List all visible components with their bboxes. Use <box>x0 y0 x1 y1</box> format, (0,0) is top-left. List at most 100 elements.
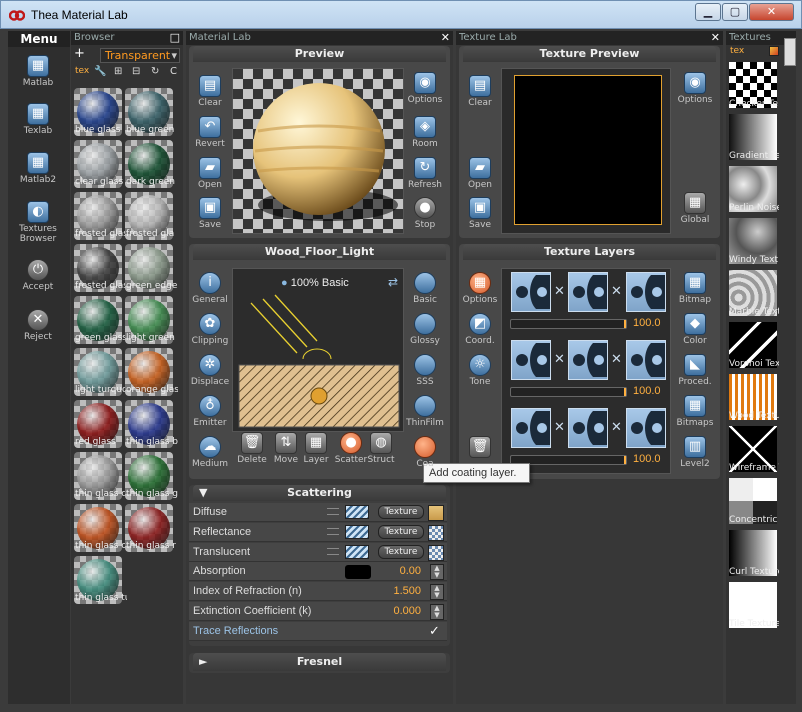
scattering-heading[interactable]: ▼ Scattering <box>193 485 446 501</box>
clear-button[interactable]: ▤ Clear <box>456 75 504 108</box>
texture-button[interactable]: Texture <box>378 505 424 519</box>
coord-button[interactable]: ◩ Coord. <box>456 313 504 346</box>
options-button[interactable]: ▦ Options <box>456 272 504 305</box>
close-button[interactable]: ✕ <box>749 3 794 21</box>
medium-button[interactable]: ☁ Medium <box>186 436 234 469</box>
color-swatch[interactable] <box>345 545 369 559</box>
texture-layer-slot[interactable] <box>626 408 666 448</box>
proced-button[interactable]: ◣ Proced. <box>671 354 719 387</box>
menu-textures-browser[interactable]: ◐ Textures Browser <box>14 201 62 244</box>
browser-refresh-label[interactable]: C <box>170 66 177 77</box>
texture-layer-slot[interactable] <box>568 408 608 448</box>
open-button[interactable]: ▰ Open <box>456 157 504 190</box>
color-button[interactable]: ◆ Color <box>671 313 719 346</box>
spinner-control[interactable]: ▲ ▼ <box>430 604 444 620</box>
spinner-control[interactable]: ▲ ▼ <box>430 564 444 580</box>
menu-reject[interactable]: ✕ Reject <box>14 309 62 342</box>
coa-button[interactable]: Coa <box>401 436 449 469</box>
drag-handle-icon[interactable] <box>327 528 339 535</box>
spinner-control[interactable]: ▲ ▼ <box>430 584 444 600</box>
layer-weight-slider[interactable] <box>510 387 627 397</box>
stop-button[interactable]: ● Stop <box>401 197 449 230</box>
struct-button[interactable]: ◍ Struct <box>357 432 405 465</box>
wrench-icon[interactable]: 🔧 <box>94 66 106 77</box>
color-swatch[interactable] <box>345 525 369 539</box>
refresh-button[interactable]: ↻ Refresh <box>401 157 449 190</box>
clear-button[interactable]: ▤ Clear <box>186 75 234 108</box>
texture-layer-slot[interactable] <box>511 340 551 380</box>
save-button[interactable]: ▣ Save <box>456 197 504 230</box>
fresnel-heading[interactable]: ► Fresnel <box>193 653 446 671</box>
layer-weight-value[interactable]: 100.0 <box>633 317 661 329</box>
sss-button[interactable]: SSS <box>401 354 449 387</box>
trace-reflections-checkbox[interactable]: ✓ <box>429 625 445 639</box>
minimize-button[interactable]: ▁ <box>695 3 721 21</box>
options-button[interactable]: ◉ Options <box>401 72 449 105</box>
textures-scrollbar[interactable] <box>784 38 796 66</box>
layer-weight-value[interactable]: 100.0 <box>633 453 661 465</box>
texture-lab-close-icon[interactable]: ✕ <box>711 31 720 45</box>
open-button[interactable]: ▰ Open <box>186 157 234 190</box>
displace-button[interactable]: ✲ Displace <box>186 354 234 387</box>
texture-thumbnail[interactable] <box>428 525 444 541</box>
menu-matlab[interactable]: ▦ Matlab <box>14 55 62 88</box>
layer-weight-slider[interactable] <box>510 319 627 329</box>
texture-layer-slot[interactable] <box>626 340 666 380</box>
slider-handle[interactable] <box>624 320 626 328</box>
multiply-operator-icon[interactable]: ✕ <box>611 420 622 435</box>
color-swatch[interactable] <box>345 505 369 519</box>
general-button[interactable]: i General <box>186 272 234 305</box>
browser-category-select[interactable]: Transparent ▾ <box>100 48 180 63</box>
save-button[interactable]: ▣ Save <box>186 197 234 230</box>
bitmaps-button[interactable]: ▦ Bitmaps <box>671 395 719 428</box>
tone-button[interactable]: ☼ Tone <box>456 354 504 387</box>
options-button[interactable]: ◉ Options <box>671 72 719 105</box>
drag-handle-icon[interactable] <box>327 548 339 555</box>
texture-thumbnail[interactable] <box>428 545 444 561</box>
clipping-button[interactable]: ✿ Clipping <box>186 313 234 346</box>
multiply-operator-icon[interactable]: ✕ <box>554 284 565 299</box>
texture-image-icon[interactable] <box>769 46 779 56</box>
layer-editor-canvas[interactable]: ● 100% Basic ⇄ <box>232 268 404 432</box>
texture-button[interactable]: Texture <box>378 545 424 559</box>
texture-button[interactable]: Texture <box>378 525 424 539</box>
save-icon[interactable]: ⊟ <box>132 66 140 77</box>
texture-layer-slot[interactable] <box>511 408 551 448</box>
glossy-button[interactable]: Glossy <box>401 313 449 346</box>
menu-accept[interactable]: ⏻ Accept <box>14 259 62 292</box>
layer-weight-value[interactable]: 100.0 <box>633 385 661 397</box>
refresh-icon[interactable]: ↻ <box>151 66 159 77</box>
absorption-color-swatch[interactable] <box>345 565 371 579</box>
slider-handle[interactable] <box>624 388 626 396</box>
global-button[interactable]: ▦ Global <box>671 192 719 225</box>
multiply-operator-icon[interactable]: ✕ <box>611 352 622 367</box>
multiply-operator-icon[interactable]: ✕ <box>611 284 622 299</box>
level2-button[interactable]: ▥ Level2 <box>671 436 719 469</box>
texture-layer-slot[interactable] <box>626 272 666 312</box>
texture-layer-slot[interactable] <box>568 272 608 312</box>
texture-thumbnail[interactable] <box>428 505 444 521</box>
textures-tab[interactable]: tex <box>730 46 744 56</box>
tex-filter-icon[interactable]: tex <box>75 66 89 76</box>
revert-button[interactable]: ↶ Revert <box>186 116 234 149</box>
bitmap-button[interactable]: ▦ Bitmap <box>671 272 719 305</box>
browser-add-button[interactable]: + <box>74 47 85 61</box>
room-button[interactable]: ◈ Room <box>401 116 449 149</box>
emitter-button[interactable]: ♁ Emitter <box>186 395 234 428</box>
thinfilm-button[interactable]: ThinFilm <box>401 395 449 428</box>
material-lab-close-icon[interactable]: ✕ <box>441 31 450 45</box>
multiply-operator-icon[interactable]: ✕ <box>554 420 565 435</box>
browser-float-icon[interactable]: □ <box>170 31 180 45</box>
basic-button[interactable]: Basic <box>401 272 449 305</box>
numeric-value[interactable]: 0.000 <box>381 605 421 617</box>
delete-layer-button[interactable]: 🗑 <box>456 436 504 459</box>
import-icon[interactable]: ⊞ <box>114 66 122 77</box>
multiply-operator-icon[interactable]: ✕ <box>554 352 565 367</box>
numeric-value[interactable]: 1.500 <box>381 585 421 597</box>
maximize-button[interactable]: ▢ <box>722 3 748 21</box>
menu-matlab2[interactable]: ▦ Matlab2 <box>14 152 62 185</box>
drag-handle-icon[interactable] <box>327 508 339 515</box>
menu-texlab[interactable]: ▦ Texlab <box>14 103 62 136</box>
texture-layer-slot[interactable] <box>511 272 551 312</box>
slider-handle[interactable] <box>624 456 626 464</box>
